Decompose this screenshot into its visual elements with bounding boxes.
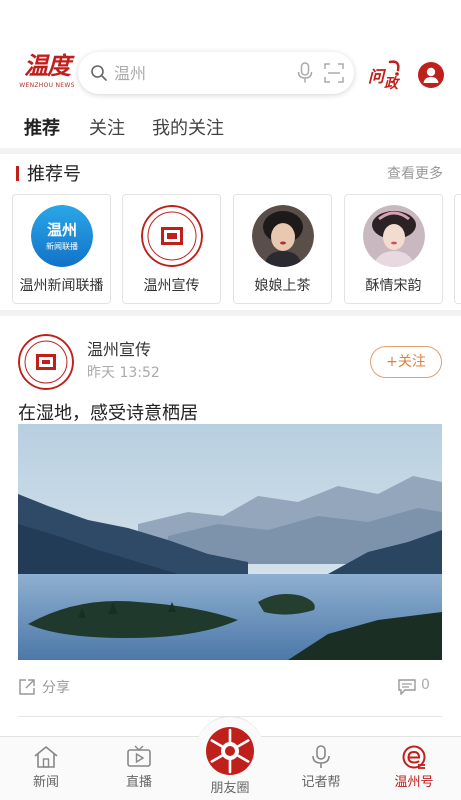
section-accent-bar [16,166,19,181]
ask-government-icon[interactable]: 问 政 [366,58,406,92]
nav-item-live[interactable]: 直播 [104,745,174,790]
lake-landscape-image [18,424,442,660]
nav-item-news[interactable]: 新闻 [11,745,81,790]
portrait-avatar-icon [252,205,314,267]
account-avatar [363,205,425,267]
post-timestamp: 昨天 13:52 [87,365,160,381]
account-card[interactable]: 温州 新闻联播 温州新闻联播 [12,194,111,304]
video-icon [127,745,151,767]
voice-search-icon[interactable] [296,62,314,84]
recommend-section-header: 推荐号 查看更多 [0,156,461,190]
account-avatar [252,205,314,267]
account-name: 温州宣传 [143,278,200,294]
account-name: 酥情宋韵 [365,278,422,294]
section-separator [0,148,461,154]
share-icon[interactable] [18,678,36,696]
author-avatar[interactable] [18,334,74,390]
account-name: 温州新闻联播 [19,278,104,294]
recommend-carousel[interactable]: 温州 新闻联播 温州新闻联播 温州宣传 娘娘上茶 酥情宋韵 [0,194,461,306]
feed-tabs: 推荐 关注 我的关注 [0,112,461,146]
comment-count: 0 [421,677,430,693]
account-name: 娘娘上茶 [254,278,311,294]
seal-logo-icon [141,205,203,267]
share-label[interactable]: 分享 [42,677,70,697]
comment-icon[interactable] [398,679,416,695]
account-card[interactable]: 娘娘上茶 [233,194,332,304]
nav-label: 温州号 [394,775,434,790]
nav-label: 记者帮 [301,775,341,790]
nav-label: 新闻 [32,775,59,790]
app-logo[interactable]: 温度 WENZHOU NEWS [18,50,76,98]
tab-follow[interactable]: 关注 [89,114,125,140]
user-profile-icon[interactable] [418,62,444,88]
nav-item-wenzhou-account[interactable]: 温州号 [379,745,449,790]
recommend-title: 推荐号 [27,164,81,185]
account-card-partial[interactable] [454,194,461,304]
logo-subtext: WENZHOU NEWS [19,82,75,89]
nav-item-moments[interactable]: 朋友圈 [195,777,265,796]
account-avatar: 温州 新闻联播 [31,205,93,267]
logo-text: 温度 [24,51,71,80]
post-image[interactable] [18,424,442,660]
home-icon [34,746,58,768]
account-card[interactable]: 酥情宋韵 [344,194,443,304]
post-actions: 分享 0 [0,674,461,702]
avatar-text: 温州 [47,221,77,239]
section-separator [0,310,461,316]
follow-button[interactable]: +关注 [370,346,442,378]
svg-text:政: 政 [384,75,401,92]
tab-recommend[interactable]: 推荐 [24,114,60,140]
see-more-link[interactable]: 查看更多 [387,163,443,183]
account-card[interactable]: 温州宣传 [122,194,221,304]
tab-my-follows[interactable]: 我的关注 [152,114,224,140]
nav-label: 直播 [125,775,152,790]
top-header: 温度 WENZHOU NEWS 问 政 [0,46,461,102]
wenzhou-account-icon [402,745,426,769]
aperture-icon[interactable] [205,726,255,776]
post-title[interactable]: 在湿地，感受诗意栖居 [18,399,198,425]
post-author-name[interactable]: 温州宣传 [87,336,151,360]
avatar-subtext: 新闻联播 [46,241,78,251]
search-input[interactable] [114,58,284,88]
search-icon [91,65,107,81]
scan-icon[interactable] [324,63,344,83]
mic-icon [312,745,330,768]
portrait-avatar-icon [363,205,425,267]
account-avatar [141,205,203,267]
nav-item-reporter-help[interactable]: 记者帮 [286,745,356,790]
post-header: 温州宣传 昨天 13:52 +关注 [0,330,461,396]
search-bar[interactable] [78,52,354,94]
